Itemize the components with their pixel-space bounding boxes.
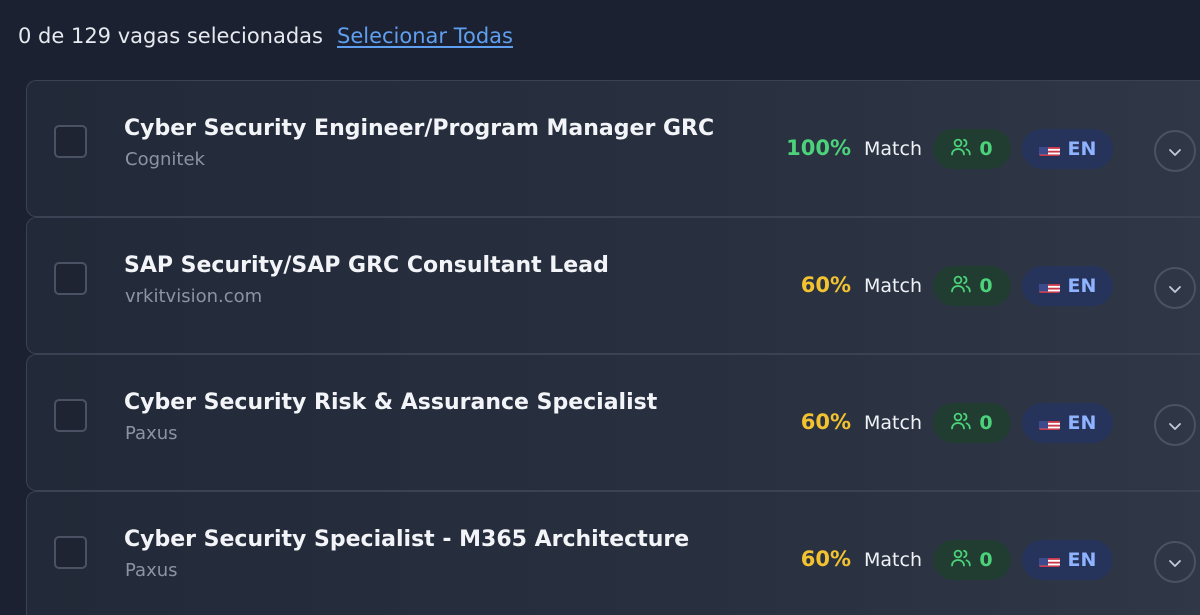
users-icon xyxy=(951,138,972,161)
applicants-badge: 0 xyxy=(933,129,1011,169)
job-company: vrkitvision.com xyxy=(125,286,263,307)
match-percentage: 100% xyxy=(786,136,852,160)
job-checkbox[interactable] xyxy=(54,399,87,432)
users-icon xyxy=(951,275,972,298)
selection-bar: 0 de 129 vagas selecionadas Selecionar T… xyxy=(18,22,513,50)
match-score: 60% Match xyxy=(801,410,922,434)
expand-button[interactable] xyxy=(1154,267,1196,309)
match-percentage: 60% xyxy=(800,273,852,297)
match-score: 60% Match xyxy=(801,273,922,297)
chevron-down-icon xyxy=(1168,416,1182,435)
expand-button[interactable] xyxy=(1154,130,1196,172)
select-all-link[interactable]: Selecionar Todas xyxy=(337,22,513,50)
expand-button[interactable] xyxy=(1154,541,1196,583)
us-flag-icon xyxy=(1038,554,1060,567)
match-label: Match xyxy=(864,275,922,297)
job-card: Cyber Security Specialist - M365 Archite… xyxy=(26,491,1200,615)
match-score: 100% Match xyxy=(786,136,922,160)
match-label: Match xyxy=(864,412,922,434)
us-flag-icon xyxy=(1038,143,1060,156)
applicants-count: 0 xyxy=(979,549,993,571)
language-badge: EN xyxy=(1022,403,1113,443)
language-code: EN xyxy=(1067,549,1097,571)
applicants-count: 0 xyxy=(979,138,993,160)
chevron-down-icon xyxy=(1168,553,1182,572)
job-company: Paxus xyxy=(125,560,178,581)
chevron-down-icon xyxy=(1168,142,1182,161)
job-card: Cyber Security Risk & Assurance Speciali… xyxy=(26,354,1200,491)
language-code: EN xyxy=(1067,275,1097,297)
language-badge: EN xyxy=(1022,129,1113,169)
users-icon xyxy=(951,412,972,435)
chevron-down-icon xyxy=(1168,279,1182,298)
language-badge: EN xyxy=(1022,266,1113,306)
job-card: Cyber Security Engineer/Program Manager … xyxy=(26,80,1200,217)
job-company: Cognitek xyxy=(125,149,205,170)
match-label: Match xyxy=(864,549,922,571)
language-badge: EN xyxy=(1022,540,1113,580)
expand-button[interactable] xyxy=(1154,404,1196,446)
job-title: Cyber Security Specialist - M365 Archite… xyxy=(124,527,690,552)
job-checkbox[interactable] xyxy=(54,262,87,295)
language-code: EN xyxy=(1067,138,1097,160)
users-icon xyxy=(951,549,972,572)
match-percentage: 60% xyxy=(800,410,852,434)
applicants-badge: 0 xyxy=(933,540,1011,580)
job-title: Cyber Security Risk & Assurance Speciali… xyxy=(124,390,658,415)
job-selection-page: 0 de 129 vagas selecionadas Selecionar T… xyxy=(0,0,1200,615)
applicants-count: 0 xyxy=(979,275,993,297)
match-score: 60% Match xyxy=(801,547,922,571)
job-company: Paxus xyxy=(125,423,178,444)
job-checkbox[interactable] xyxy=(54,536,87,569)
applicants-count: 0 xyxy=(979,412,993,434)
applicants-badge: 0 xyxy=(933,266,1011,306)
selection-count: 0 de 129 vagas selecionadas xyxy=(18,24,323,48)
match-label: Match xyxy=(864,138,922,160)
job-title: Cyber Security Engineer/Program Manager … xyxy=(124,116,715,141)
job-title: SAP Security/SAP GRC Consultant Lead xyxy=(124,253,609,278)
job-list: Cyber Security Engineer/Program Manager … xyxy=(26,80,1200,615)
us-flag-icon xyxy=(1038,280,1060,293)
us-flag-icon xyxy=(1038,417,1060,430)
job-card: SAP Security/SAP GRC Consultant Lead vrk… xyxy=(26,217,1200,354)
match-percentage: 60% xyxy=(800,547,852,571)
applicants-badge: 0 xyxy=(933,403,1011,443)
job-checkbox[interactable] xyxy=(54,125,87,158)
language-code: EN xyxy=(1067,412,1097,434)
